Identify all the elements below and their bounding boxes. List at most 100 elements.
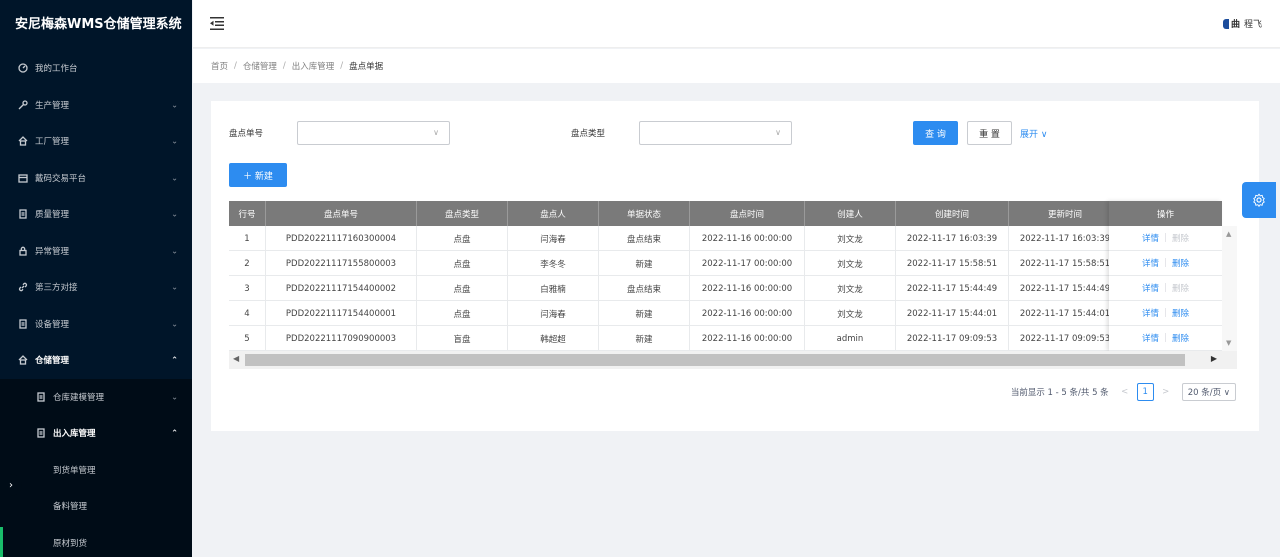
scroll-right-icon[interactable]: ▶ (1211, 354, 1217, 363)
detail-link[interactable]: 详情 (1142, 282, 1159, 294)
next-page-button[interactable]: > (1158, 383, 1174, 401)
table-cell: PDD20221117160300004 (266, 226, 417, 251)
table-column-header: 创建人 (805, 201, 896, 226)
table-cell: 2022-11-17 15:44:49 (1009, 276, 1122, 301)
delete-link[interactable]: 删除 (1172, 332, 1189, 344)
lock-icon (18, 246, 28, 256)
chevron-down-icon: ⌄ (171, 282, 178, 292)
order-no-select[interactable]: ∨ (297, 121, 450, 145)
scroll-thumb[interactable] (245, 354, 1185, 366)
chevron-down-icon: ∨ (433, 128, 439, 137)
scroll-up-icon[interactable]: ▲ (1226, 230, 1231, 238)
sidebar-item[interactable]: 质量管理 ⌄ (0, 196, 192, 233)
sidebar-item[interactable]: 生产管理 ⌄ (0, 87, 192, 124)
user-brand[interactable]: 曲 程飞 (1222, 17, 1262, 30)
type-label: 盘点类型 (571, 129, 606, 139)
table-cell: 点盘 (417, 276, 508, 301)
sidebar-item-label: 第三方对接 (35, 283, 78, 294)
table-cell: 5 (229, 326, 266, 351)
scroll-left-icon[interactable]: ◀ (233, 354, 239, 363)
sidebar-item[interactable]: 工厂管理 ⌄ (0, 123, 192, 160)
new-button[interactable]: ＋ 新建 (229, 163, 287, 187)
detail-link[interactable]: 详情 (1142, 257, 1159, 269)
chevron-down-icon: ⌄ (171, 209, 178, 219)
sidebar-item[interactable]: 第三方对接 ⌄ (0, 269, 192, 306)
document-icon (36, 392, 46, 402)
sidebar-leaf-item[interactable]: 到货单管理 (0, 452, 192, 489)
table-column-header: 盘点单号 (266, 201, 417, 226)
table-cell: 2022-11-17 09:09:53 (896, 326, 1009, 351)
search-button[interactable]: 查 询 (913, 121, 958, 145)
type-select[interactable]: ∨ (639, 121, 792, 145)
scroll-down-icon[interactable]: ▼ (1226, 339, 1231, 347)
sidebar-item[interactable]: 设备管理 ⌄ (0, 306, 192, 343)
operations-column: 操作 详情 | 删除 详情 | 删除 详情 | 删除 详情 | 删除 详情 | 删除 (1109, 201, 1222, 351)
detail-link[interactable]: 详情 (1142, 232, 1159, 244)
table-cell: PDD20221117090900003 (266, 326, 417, 351)
sidebar-item[interactable]: 戴码交易平台 ⌄ (0, 160, 192, 197)
vertical-scrollbar[interactable]: ▲ ▼ (1222, 226, 1237, 351)
table-column-header: 单据状态 (599, 201, 690, 226)
sidebar-collapse-button[interactable]: › (0, 474, 22, 496)
active-indicator (0, 527, 3, 557)
table-cell: 2022-11-17 15:44:49 (896, 276, 1009, 301)
page-size-select[interactable]: 20 条/页 ∨ (1181, 383, 1236, 401)
horizontal-scrollbar[interactable]: ◀ ▶ (229, 351, 1237, 369)
table-column-header: 盘点时间 (690, 201, 805, 226)
table-cell: PDD20221117154400002 (266, 276, 417, 301)
operations-header: 操作 (1109, 201, 1222, 226)
table-column-header: 更新时间 (1009, 201, 1122, 226)
document-icon (18, 209, 28, 219)
expand-filters-link[interactable]: 展开 ∨ (1020, 127, 1047, 140)
sidebar-leaf-item[interactable]: 备料管理 (0, 488, 192, 525)
breadcrumb-item[interactable]: 仓储管理 (243, 60, 277, 72)
prev-page-button[interactable]: < (1117, 383, 1133, 401)
table-row[interactable]: 2 PDD20221117155800003 点盘 李冬冬 新建 2022-11-17 0… (229, 251, 1122, 276)
sidebar-item[interactable]: 我的工作台 (0, 50, 192, 87)
table-cell: 2 (229, 251, 266, 276)
table-cell: PDD20221117154400001 (266, 301, 417, 326)
delete-link[interactable]: 删除 (1172, 307, 1189, 319)
sidebar-subitem[interactable]: 仓库建模管理 ⌄ (0, 379, 192, 416)
page-item-current[interactable]: 1 (1136, 383, 1154, 401)
table-cell: 2022-11-16 00:00:00 (690, 301, 805, 326)
table-cell: admin (805, 326, 896, 351)
order-no-label: 盘点单号 (229, 129, 264, 139)
top-header: 曲 程飞 (193, 0, 1280, 48)
breadcrumb-separator: / (340, 61, 344, 71)
table-cell: 韩超超 (508, 326, 599, 351)
detail-link[interactable]: 详情 (1142, 332, 1159, 344)
table-cell: 1 (229, 226, 266, 251)
sidebar-item[interactable]: 仓储管理 ⌃ (0, 342, 192, 379)
sidebar-item-label: 设备管理 (35, 319, 70, 330)
sidebar-subitem-label: 仓库建模管理 (53, 392, 105, 403)
chevron-down-icon: ⌄ (171, 319, 178, 329)
detail-link[interactable]: 详情 (1142, 307, 1159, 319)
table-cell: 刘文龙 (805, 226, 896, 251)
operations-cell: 详情 | 删除 (1109, 226, 1222, 251)
brand-logo-text: 曲 (1230, 20, 1240, 30)
table-column-header: 创建时间 (896, 201, 1009, 226)
breadcrumb-item[interactable]: 首页 (211, 60, 228, 72)
table-row[interactable]: 3 PDD20221117154400002 点盘 白雅楠 盘点结束 2022-11-16… (229, 276, 1122, 301)
table-row[interactable]: 1 PDD20221117160300004 点盘 闫海春 盘点结束 2022-11-16… (229, 226, 1122, 251)
sidebar-subitem[interactable]: 出入库管理 ⌃ (0, 415, 192, 452)
operations-cell: 详情 | 删除 (1109, 301, 1222, 326)
delete-link[interactable]: 删除 (1172, 257, 1189, 269)
table-cell: PDD20221117155800003 (266, 251, 417, 276)
table-cell: 2022-11-17 16:03:39 (1009, 226, 1122, 251)
table-row[interactable]: 4 PDD20221117154400001 点盘 闫海春 新建 2022-11-16 0… (229, 301, 1122, 326)
table-cell: 2022-11-17 09:09:53 (1009, 326, 1122, 351)
sidebar-leaf-item[interactable]: 原材到货 (0, 525, 192, 557)
breadcrumb-item[interactable]: 出入库管理 (292, 60, 335, 72)
delete-link: 删除 (1171, 234, 1189, 244)
menu-fold-icon[interactable] (210, 17, 224, 30)
settings-float-button[interactable] (1242, 182, 1276, 218)
table-cell: 新建 (599, 301, 690, 326)
table-cell: 2022-11-17 15:58:51 (896, 251, 1009, 276)
sidebar-item[interactable]: 异常管理 ⌄ (0, 233, 192, 270)
reset-button[interactable]: 重 置 (967, 121, 1012, 145)
link-separator: | (1164, 308, 1167, 318)
table-row[interactable]: 5 PDD20221117090900003 盲盘 韩超超 新建 2022-11-16 0… (229, 326, 1122, 351)
chevron-down-icon: ⌄ (171, 173, 178, 183)
